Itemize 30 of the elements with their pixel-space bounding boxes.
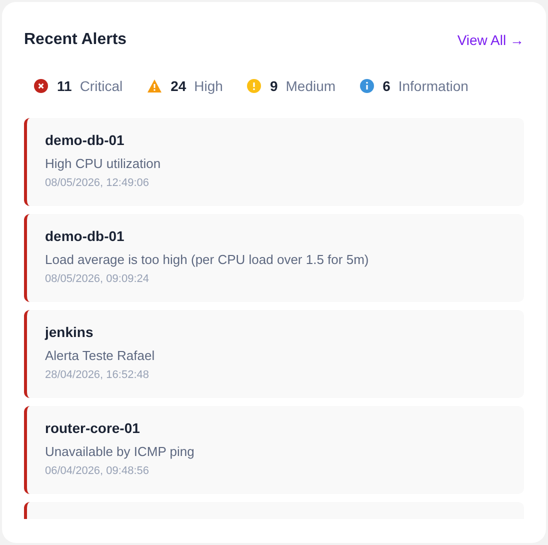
info-icon: [360, 79, 374, 93]
count: 24: [170, 76, 186, 96]
alert-card[interactable]: demo-db-01 Load average is too high (per CPU load over 1.5 for 5m) 08/05/2026, 09:09:24: [24, 214, 524, 302]
exclamation-icon: [246, 79, 261, 93]
severity-label: Information: [398, 76, 468, 96]
count: 9: [270, 76, 278, 96]
alert-card[interactable]: router-core-01 Unavailable by ICMP ping 06/04/2026, 09:48:56: [24, 406, 524, 494]
severity-label: Critical: [80, 76, 123, 96]
severity-label: High: [194, 76, 223, 96]
alert-message: Unavailable by ICMP ping: [45, 443, 196, 460]
alert-card[interactable]: jenkins Alerta Teste Rafael 28/04/2026, 16:52:48: [24, 310, 524, 398]
alert-card[interactable]: demo-db-01 High CPU utilization 08/05/2026, 12:49:06: [24, 118, 524, 206]
severity-label: Medium: [286, 76, 336, 96]
warning-icon: [146, 79, 162, 93]
view-all-link[interactable]: View All →: [457, 30, 524, 50]
alert-time: 08/05/2026, 09:09:24: [45, 272, 150, 286]
host-name: demo-db-01: [45, 227, 126, 245]
alert-message: Alerta Teste Rafael: [45, 347, 156, 364]
alert-message: Load average is too high (per CPU load over 1.5 for 5m): [45, 251, 370, 268]
alert-time: 08/05/2026, 12:49:06: [45, 176, 150, 190]
panel-title: Recent Alerts: [24, 30, 127, 50]
host-name: demo-db-01: [45, 131, 126, 149]
count: 6: [382, 76, 390, 96]
alert-time: 06/04/2026, 09:48:56: [45, 464, 150, 478]
alert-time: 28/04/2026, 16:52:48: [45, 368, 150, 382]
alert-message: High CPU utilization: [45, 155, 162, 172]
host-name: jenkins: [45, 323, 94, 341]
count: 11: [57, 76, 72, 96]
host-name: router-core-01: [45, 419, 141, 437]
error-icon: [34, 79, 48, 93]
